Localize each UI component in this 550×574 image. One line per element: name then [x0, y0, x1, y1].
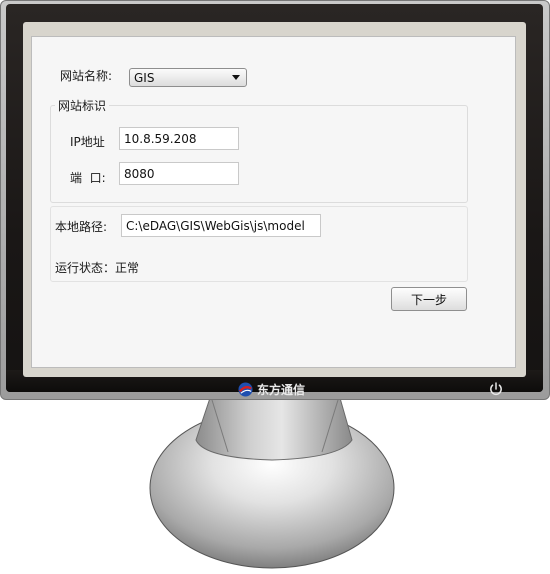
brand: 东方通信 — [238, 380, 305, 398]
site-name-select[interactable]: GIS — [129, 68, 247, 87]
ip-address-input[interactable] — [119, 127, 239, 150]
local-path-input[interactable] — [121, 214, 321, 237]
local-path-label: 本地路径: — [55, 220, 108, 234]
monitor-illustration: 网站名称: GIS 网站标识 IP地址 端 口: 本地路径: 运行状态：正常 下… — [0, 0, 550, 574]
site-id-group-title: 网站标识 — [55, 97, 110, 114]
port-input[interactable] — [119, 162, 239, 185]
site-name-selected-value: GIS — [134, 71, 155, 85]
run-status-text: 运行状态：正常 — [55, 261, 140, 275]
site-id-groupbox — [50, 105, 468, 203]
power-icon[interactable] — [488, 381, 504, 397]
site-name-label: 网站名称: — [60, 69, 113, 83]
ip-address-label: IP地址 — [70, 135, 105, 149]
next-button[interactable]: 下一步 — [391, 287, 467, 311]
port-label: 端 口: — [70, 171, 106, 185]
brand-name: 东方通信 — [257, 382, 306, 397]
chevron-down-icon — [232, 75, 240, 80]
brand-logo-icon — [238, 381, 253, 397]
